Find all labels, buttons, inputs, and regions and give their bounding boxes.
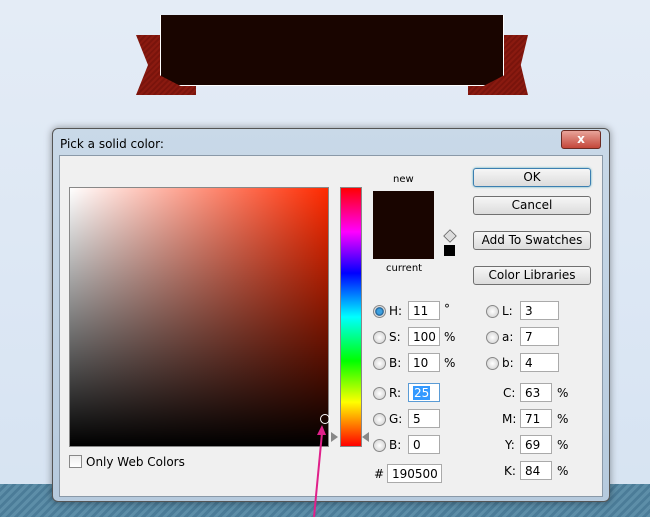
blue-label: B: bbox=[389, 438, 402, 452]
radio-hue[interactable] bbox=[373, 305, 386, 318]
radio-blue[interactable] bbox=[373, 439, 386, 452]
web-colors-label: Only Web Colors bbox=[86, 455, 185, 469]
black-input[interactable]: 84 bbox=[520, 461, 552, 480]
radio-red[interactable] bbox=[373, 387, 386, 400]
radio-green[interactable] bbox=[373, 413, 386, 426]
dialog-title: Pick a solid color: bbox=[60, 137, 164, 151]
new-color-swatch bbox=[373, 191, 434, 225]
websafe-color-icon[interactable] bbox=[444, 245, 455, 256]
banner-shape bbox=[160, 15, 504, 86]
ok-button[interactable]: OK bbox=[473, 168, 591, 187]
yellow-input[interactable]: 69 bbox=[520, 435, 552, 454]
yellow-unit: % bbox=[557, 438, 569, 452]
black-unit: % bbox=[557, 464, 569, 478]
cyan-label: C: bbox=[503, 386, 516, 400]
brightness-label: B: bbox=[389, 356, 402, 370]
hue-input[interactable]: 11 bbox=[408, 301, 440, 320]
magenta-label: M: bbox=[502, 412, 517, 426]
add-to-swatches-button[interactable]: Add To Swatches bbox=[473, 231, 591, 250]
b-lab-label: b: bbox=[502, 356, 514, 370]
color-field[interactable] bbox=[69, 187, 329, 447]
saturation-input[interactable]: 100 bbox=[408, 327, 440, 346]
hue-unit: ° bbox=[444, 302, 450, 316]
red-label: R: bbox=[389, 386, 402, 400]
green-input[interactable]: 5 bbox=[408, 409, 440, 428]
magenta-unit: % bbox=[557, 412, 569, 426]
radio-brightness[interactable] bbox=[373, 357, 386, 370]
radio-lightness[interactable] bbox=[486, 305, 499, 318]
brightness-unit: % bbox=[444, 356, 456, 370]
saturation-unit: % bbox=[444, 330, 456, 344]
color-cursor[interactable] bbox=[320, 414, 330, 424]
red-value: 25 bbox=[413, 386, 431, 400]
black-label: K: bbox=[504, 464, 516, 478]
color-libraries-button[interactable]: Color Libraries bbox=[473, 266, 591, 285]
cancel-button[interactable]: Cancel bbox=[473, 196, 591, 215]
radio-saturation[interactable] bbox=[373, 331, 386, 344]
hex-label: # bbox=[374, 467, 385, 481]
current-label: current bbox=[386, 263, 423, 274]
lightness-input[interactable]: 3 bbox=[520, 301, 559, 320]
hue-label: H: bbox=[389, 304, 403, 318]
hue-slider-right-arrow[interactable] bbox=[362, 432, 369, 442]
hue-slider-left-arrow[interactable] bbox=[331, 432, 338, 442]
green-label: G: bbox=[389, 412, 403, 426]
b-lab-input[interactable]: 4 bbox=[520, 353, 559, 372]
magenta-input[interactable]: 71 bbox=[520, 409, 552, 428]
saturation-label: S: bbox=[389, 330, 401, 344]
radio-b-lab[interactable] bbox=[486, 357, 499, 370]
web-colors-checkbox[interactable] bbox=[69, 455, 82, 468]
lightness-label: L: bbox=[502, 304, 513, 318]
radio-a[interactable] bbox=[486, 331, 499, 344]
cyan-unit: % bbox=[557, 386, 569, 400]
current-color-swatch[interactable] bbox=[373, 225, 434, 259]
new-label: new bbox=[393, 174, 414, 185]
blue-input[interactable]: 0 bbox=[408, 435, 440, 454]
hex-input[interactable]: 190500 bbox=[387, 464, 442, 483]
hue-slider[interactable] bbox=[340, 187, 362, 447]
brightness-input[interactable]: 10 bbox=[408, 353, 440, 372]
yellow-label: Y: bbox=[505, 438, 515, 452]
annotation-arrow bbox=[313, 425, 326, 517]
a-label: a: bbox=[502, 330, 514, 344]
a-input[interactable]: 7 bbox=[520, 327, 559, 346]
cyan-input[interactable]: 63 bbox=[520, 383, 552, 402]
red-input[interactable]: 25 bbox=[408, 383, 440, 402]
close-button[interactable]: x bbox=[561, 130, 601, 149]
